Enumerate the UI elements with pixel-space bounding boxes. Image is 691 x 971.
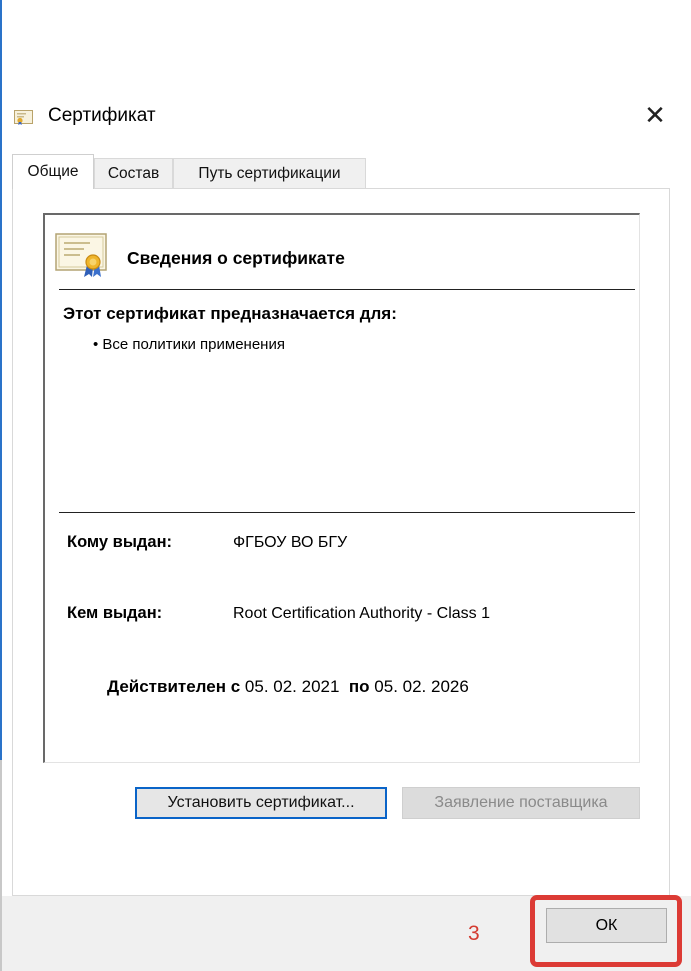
window-title: Сертификат	[48, 105, 156, 126]
divider-top	[59, 289, 635, 290]
close-button[interactable]: ✕	[637, 99, 673, 133]
valid-to-date: 05. 02. 2026	[374, 677, 469, 696]
certificate-info-box: Сведения о сертификате Этот сертификат п…	[43, 213, 640, 763]
certificate-icon	[14, 109, 34, 125]
issued-to-label: Кому выдан:	[67, 533, 173, 551]
purpose-heading: Этот сертификат предназначается для:	[63, 304, 397, 323]
tab-panel-general: Сведения о сертификате Этот сертификат п…	[12, 188, 670, 896]
certificate-info-heading: Сведения о сертификате	[127, 248, 345, 268]
certificate-ribbon-icon	[55, 231, 111, 277]
purpose-list-item: • Все политики применения	[93, 336, 285, 353]
annotation-step-number: 3	[468, 922, 480, 945]
divider-bottom	[59, 512, 635, 513]
validity-period: Действителен с 05. 02. 2021 по 05. 02. 2…	[107, 677, 469, 697]
valid-to-label: по	[348, 677, 370, 696]
dialog-footer: 3 ОК	[2, 896, 691, 971]
ok-button[interactable]: ОК	[546, 908, 667, 943]
tab-details[interactable]: Состав	[94, 158, 173, 188]
issuer-statement-button: Заявление поставщика	[402, 787, 640, 819]
valid-from-date: 05. 02. 2021	[244, 677, 340, 696]
issued-by-label: Кем выдан:	[67, 604, 163, 622]
issued-by-value: Root Certification Authority - Class 1	[233, 605, 490, 622]
tab-general[interactable]: Общие	[12, 154, 94, 189]
install-certificate-button[interactable]: Установить сертификат...	[135, 787, 387, 819]
certificate-dialog: Сертификат ✕ Общие Состав Путь сертифика…	[2, 0, 691, 971]
title-bar[interactable]: Сертификат ✕	[2, 95, 691, 139]
valid-from-label: Действителен с	[107, 677, 241, 696]
issued-to-value: ФГБОУ ВО БГУ	[233, 534, 348, 551]
tab-certification-path[interactable]: Путь сертификации	[173, 158, 366, 188]
